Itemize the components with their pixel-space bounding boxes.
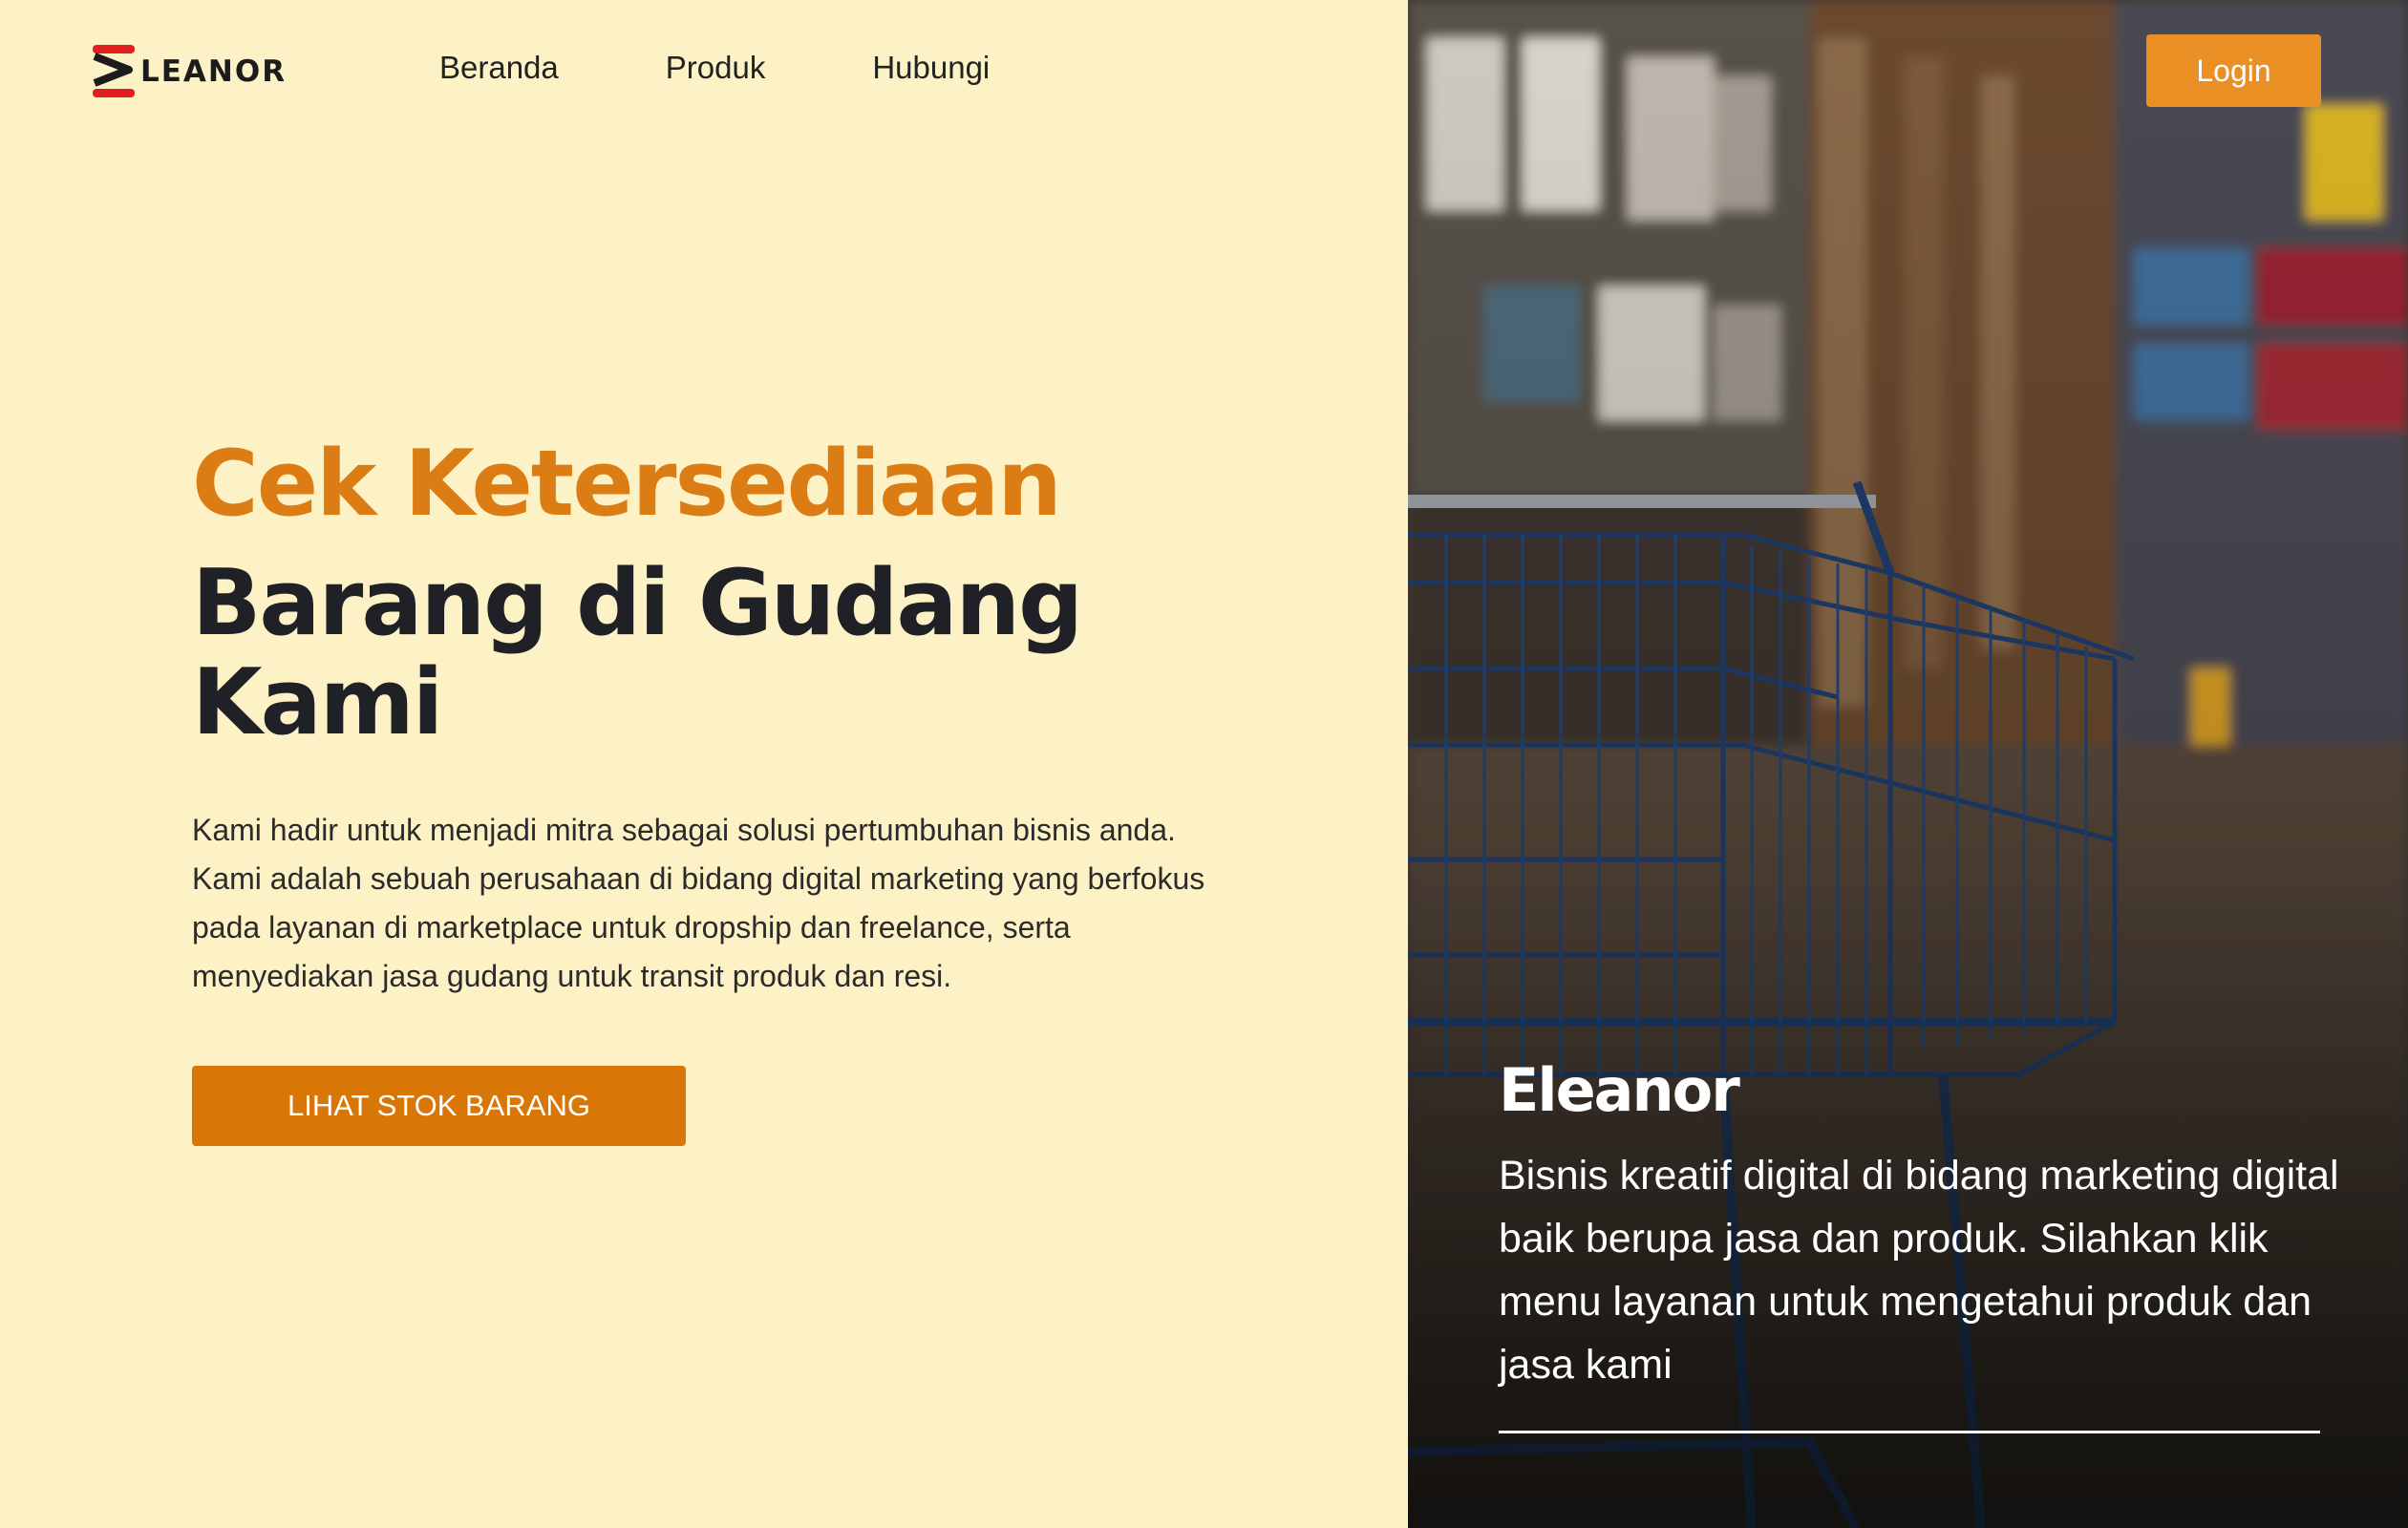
side-panel-caption: Eleanor Bisnis kreatif digital di bidang… <box>1499 1055 2339 1433</box>
hero-title-main: Barang di Gudang Kami <box>192 550 1083 755</box>
nav-item-hubungi[interactable]: Hubungi <box>872 50 990 86</box>
left-panel: LEANOR Beranda Produk Hubungi Cek Keters… <box>0 0 1408 1528</box>
logo[interactable]: LEANOR <box>91 43 287 100</box>
nav-item-beranda[interactable]: Beranda <box>439 50 559 86</box>
side-panel-title: Eleanor <box>1499 1055 1740 1125</box>
hero-title-accent: Cek Ketersediaan <box>192 432 1062 537</box>
hero-section: Cek Ketersediaan Barang di Gudang Kami K… <box>192 435 1243 1146</box>
side-panel-description: Bisnis kreatif digital di bidang marketi… <box>1499 1153 2339 1388</box>
logo-mark-icon <box>93 45 135 97</box>
login-button[interactable]: Login <box>2146 34 2321 107</box>
view-stock-button[interactable]: LIHAT STOK BARANG <box>192 1065 686 1146</box>
main-nav: Beranda Produk Hubungi <box>439 50 1097 86</box>
nav-item-produk[interactable]: Produk <box>666 50 766 86</box>
logo-text: LEANOR <box>140 54 288 89</box>
hero-description: Kami hadir untuk menjadi mitra sebagai s… <box>192 812 1205 993</box>
hero-image-panel: Login Eleanor Bisnis kreatif digital di … <box>1408 0 2408 1528</box>
divider <box>1499 1431 2320 1433</box>
